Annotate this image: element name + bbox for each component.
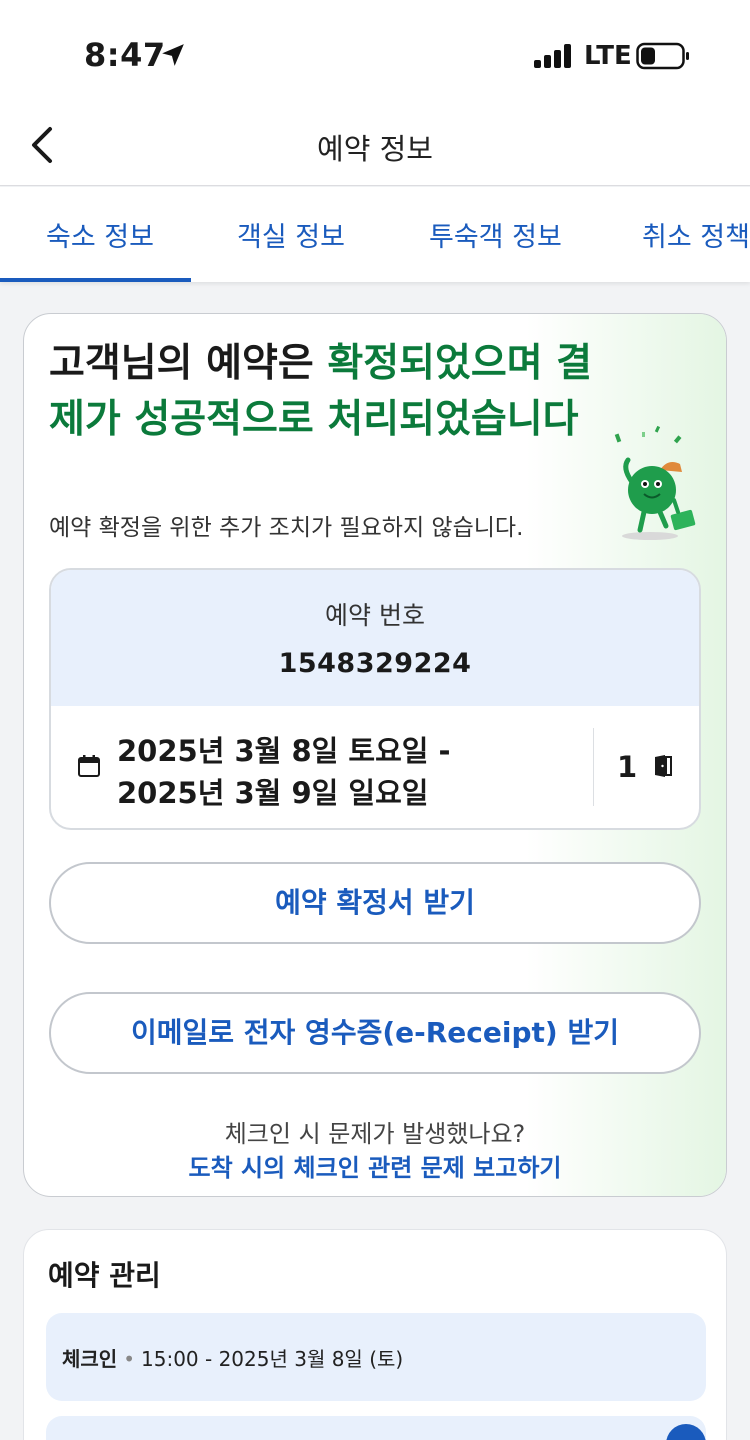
tab-room-info[interactable]: 객실 정보 [237,215,345,254]
checkin-detail: 15:00 - 2025년 3월 8일 (토) [141,1347,404,1371]
calendar-icon [78,755,100,777]
row-action-icon[interactable] [666,1424,706,1440]
battery-icon [636,42,689,70]
room-count: 1 [617,750,638,784]
confirmation-heading: 고객님의 예약은 확정되었으며 결제가 성공적으로 처리되었습니다 [49,341,593,442]
manage-row[interactable] [46,1416,706,1440]
booking-number: 1548329224 [278,648,472,679]
network-type: LTE [584,41,632,71]
page-title: 예약 정보 [317,132,433,166]
booking-number-label: 예약 번호 [325,601,425,630]
room-door-icon [655,755,672,777]
checkin-label: 체크인 [62,1347,118,1371]
tab-property-info[interactable]: 숙소 정보 [46,215,154,254]
manage-booking-title: 예약 관리 [48,1259,161,1292]
manage-booking-card: 예약 관리 체크인 • 15:00 - 2025년 3월 8일 (토) [23,1229,727,1440]
booking-summary: 예약 번호 1548329224 2025년 3월 8일 토요일 - 2025년… [49,568,701,830]
booking-confirmation-card: 고객님의 예약은 확정되었으며 결제가 성공적으로 처리되었습니다 예약 확정을… [23,313,727,1197]
tab-guest-info[interactable]: 투숙객 정보 [429,215,562,254]
report-checkin-issue-link[interactable]: 도착 시의 체크인 관련 문제 보고하기 [24,1148,726,1183]
tab-bar: 숙소 정보 객실 정보 투숙객 정보 취소 정책 [0,187,750,282]
active-tab-indicator [0,278,191,282]
top-app-bar: 예약 정보 [0,110,750,186]
location-arrow-icon [162,44,184,66]
get-confirmation-button[interactable]: 예약 확정서 받기 [49,862,701,944]
email-ereceipt-button[interactable]: 이메일로 전자 영수증(e-Receipt) 받기 [49,992,701,1074]
stay-dates: 2025년 3월 8일 토요일 - 2025년 3월 9일 일요일 [117,734,451,810]
cellular-signal-icon [534,44,574,68]
checkin-time-row[interactable]: 체크인 • 15:00 - 2025년 3월 8일 (토) [46,1313,706,1401]
confirmation-subtitle: 예약 확정을 위한 추가 조치가 필요하지 않습니다. [49,515,524,541]
mascot-illustration [614,425,696,540]
status-time: 8:47 [84,36,166,74]
tab-cancellation-policy[interactable]: 취소 정책 [642,215,750,254]
checkin-issue-question: 체크인 시 문제가 발생했나요? [224,1120,526,1148]
status-bar: 8:47 LTE [0,0,750,110]
